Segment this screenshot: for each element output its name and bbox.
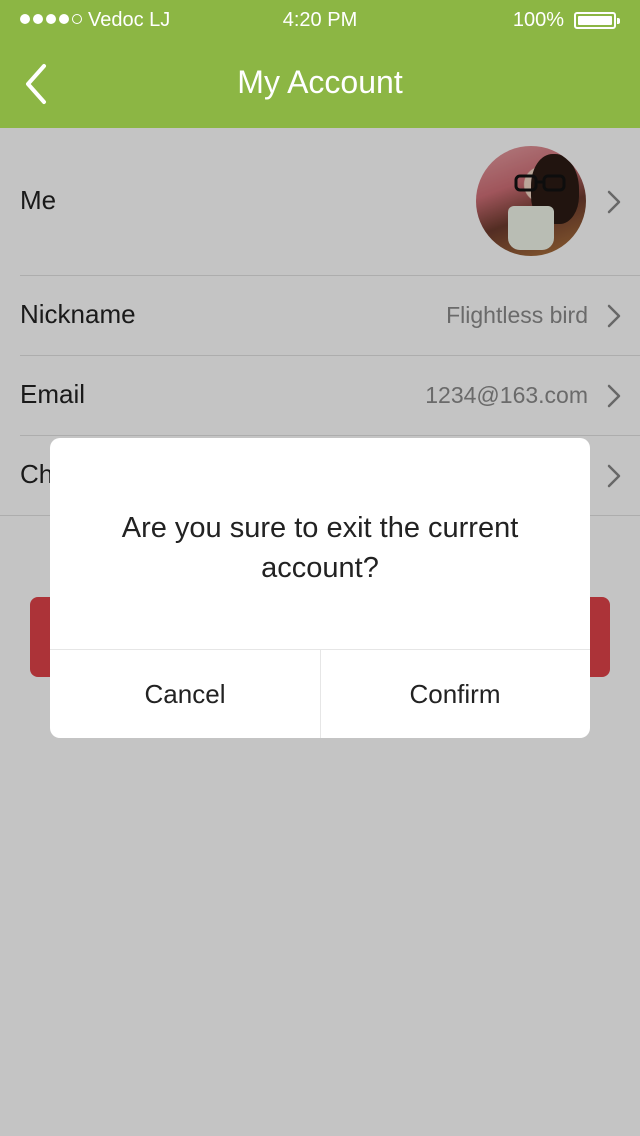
- battery-icon: [574, 12, 620, 29]
- header: Vedoc LJ 4:20 PM 100% My Account: [0, 0, 640, 128]
- cancel-button[interactable]: Cancel: [50, 650, 320, 738]
- status-bar: Vedoc LJ 4:20 PM 100%: [0, 0, 640, 40]
- page-title: My Account: [237, 64, 403, 100]
- battery-percent: 100%: [512, 9, 564, 31]
- my-account-screen: Vedoc LJ 4:20 PM 100% My Account Me Nick…: [0, 0, 640, 1136]
- confirm-button[interactable]: Confirm: [320, 650, 590, 738]
- dialog-message: Are you sure to exit the current account…: [121, 512, 519, 584]
- exit-confirm-dialog: Are you sure to exit the current account…: [50, 438, 590, 738]
